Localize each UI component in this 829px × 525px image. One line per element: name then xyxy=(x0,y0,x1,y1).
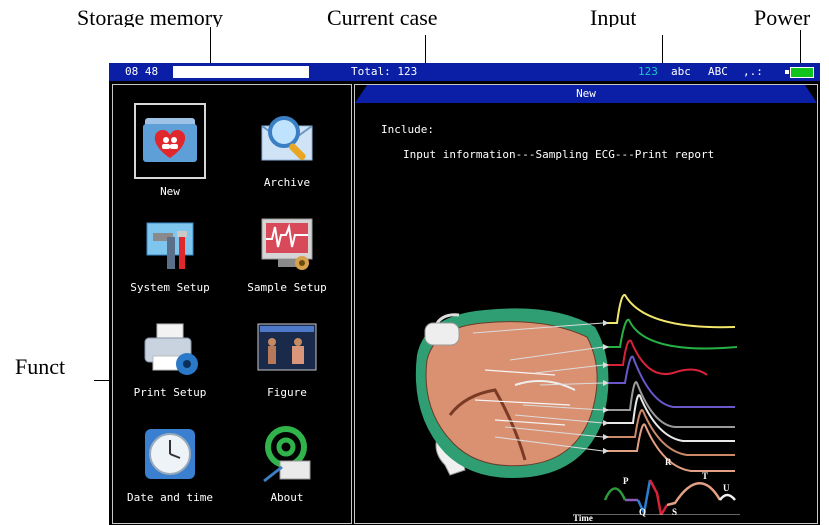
function-about-label: About xyxy=(270,491,304,504)
battery-icon xyxy=(790,67,814,78)
function-panel: New Archive System Setup Sample Setup Pr… xyxy=(112,84,352,524)
callout-current-case: Current case xyxy=(327,5,438,27)
function-system-setup[interactable]: System Setup xyxy=(125,213,215,294)
heart-ecg-illustration xyxy=(415,293,740,515)
callout-function: Funct xyxy=(15,354,66,379)
about-at-icon xyxy=(263,426,311,483)
function-about[interactable]: About xyxy=(242,423,332,504)
title-bar-corner-right xyxy=(805,85,817,103)
battery-tip xyxy=(785,70,789,74)
callout-storage-memory: Storage memory xyxy=(77,5,224,27)
function-system-setup-label: System Setup xyxy=(130,281,210,294)
input-mode-lower[interactable]: abc xyxy=(671,63,691,81)
function-archive-label: Archive xyxy=(263,176,311,189)
printer-icon xyxy=(144,323,198,375)
system-setup-tools-icon xyxy=(146,222,194,269)
content-title: New xyxy=(576,87,596,100)
content-title-bar: New xyxy=(355,85,817,103)
storage-memory-bar xyxy=(173,66,309,78)
ecg-trace xyxy=(573,479,740,515)
content-panel: New Include: Input information---Samplin… xyxy=(354,84,818,524)
input-mode-numeric[interactable]: 123 xyxy=(638,63,658,81)
function-figure-label: Figure xyxy=(267,386,307,399)
ecg-label-u: U xyxy=(723,483,730,493)
total-cases: Total: 123 xyxy=(351,65,418,78)
heart-anatomy-image xyxy=(415,308,609,478)
device-screen: 08 48 Total: 123 123 abc ABC ,.: New Arc… xyxy=(109,63,820,525)
clock-icon xyxy=(145,429,195,479)
function-archive[interactable]: Archive xyxy=(242,108,332,189)
ecg-label-r: R xyxy=(665,457,672,467)
workflow-text: Input information---Sampling ECG---Print… xyxy=(403,148,715,161)
callout-input: Input xyxy=(590,5,637,27)
ecg-label-s: S xyxy=(672,507,678,517)
clock-time: 08 48 xyxy=(125,65,159,78)
action-potential-curves xyxy=(603,293,738,472)
ecg-label-t: T xyxy=(702,471,709,481)
function-new[interactable]: New xyxy=(125,103,215,198)
function-date-time[interactable]: Date and time xyxy=(125,423,215,504)
status-bar: 08 48 Total: 123 123 abc ABC ,.: xyxy=(109,63,820,81)
archive-search-icon xyxy=(261,116,313,161)
input-mode-upper[interactable]: ABC xyxy=(708,63,728,81)
sample-setup-ecg-icon xyxy=(261,218,313,270)
function-sample-setup-label: Sample Setup xyxy=(247,281,327,294)
include-label: Include: xyxy=(381,123,434,136)
function-sample-setup[interactable]: Sample Setup xyxy=(242,213,332,294)
function-print-setup-label: Print Setup xyxy=(133,386,207,399)
title-bar-corner-left xyxy=(355,85,367,103)
function-print-setup[interactable]: Print Setup xyxy=(125,318,215,399)
ecg-label-p: P xyxy=(623,476,629,486)
ecg-label-time: Time xyxy=(573,513,593,523)
callout-power: Power xyxy=(754,5,811,27)
selection-frame xyxy=(134,103,206,179)
function-date-time-label: Date and time xyxy=(126,491,214,504)
ecg-label-q: Q xyxy=(639,507,647,517)
function-new-label: New xyxy=(160,185,180,198)
input-mode-symbol[interactable]: ,.: xyxy=(743,63,763,81)
new-case-folder-icon xyxy=(143,118,197,162)
figure-body-icon xyxy=(257,323,317,371)
function-figure[interactable]: Figure xyxy=(242,318,332,399)
